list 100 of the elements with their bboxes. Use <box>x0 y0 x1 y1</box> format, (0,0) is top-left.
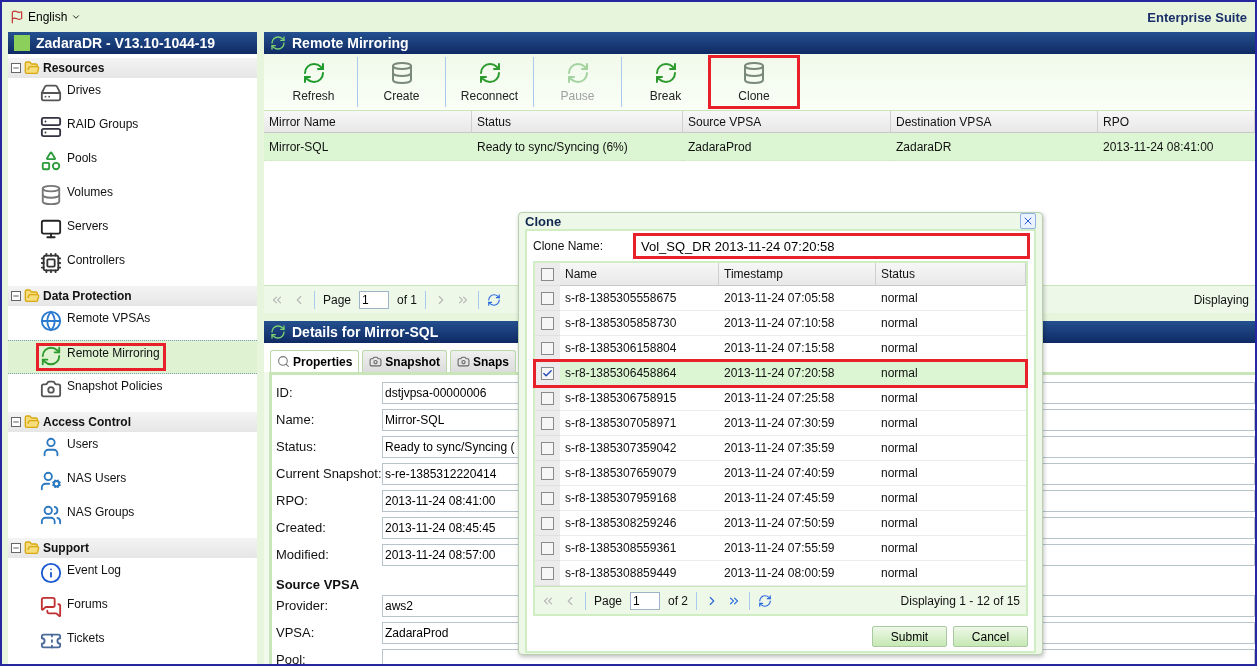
column-header[interactable]: Source VPSA <box>683 111 891 133</box>
collapse-icon[interactable] <box>11 417 21 427</box>
sidebar-item[interactable]: Forums <box>38 596 112 620</box>
section-heading: Source VPSA <box>275 576 360 592</box>
column-header[interactable]: Status <box>472 111 683 133</box>
section-header[interactable]: Access Control <box>8 412 257 432</box>
table-cell[interactable]: ZadaraProd <box>683 133 891 161</box>
checkbox[interactable] <box>541 491 554 505</box>
language-dropdown[interactable]: English <box>10 10 82 24</box>
reload-button[interactable] <box>758 593 773 608</box>
chat-bubbles-icon <box>40 596 62 618</box>
checkbox[interactable] <box>541 441 554 455</box>
column-header[interactable]: Name <box>560 263 719 286</box>
field-label: Created: <box>275 520 327 535</box>
reconnect-arrows-icon <box>477 61 502 85</box>
table-cell[interactable]: Ready to sync/Syncing (6%) <box>472 133 683 161</box>
table-cell[interactable]: normal <box>876 361 1026 386</box>
collapse-icon[interactable] <box>11 543 21 553</box>
checkbox[interactable] <box>541 291 554 305</box>
toolbar-button[interactable]: Break <box>622 57 710 107</box>
folder-icon <box>24 60 40 76</box>
page-field[interactable]: 1 <box>630 591 661 610</box>
panel-title: Details for Mirror-SQL <box>292 324 439 340</box>
arrows-icon <box>565 61 590 85</box>
checkbox[interactable] <box>541 541 554 555</box>
sidebar-item[interactable]: Snapshot Policies <box>38 378 167 402</box>
toolbar-button[interactable]: Reconnect <box>446 57 534 107</box>
dialog-button[interactable]: Cancel <box>953 626 1028 647</box>
refresh-icon <box>301 61 326 85</box>
info-icon <box>40 562 62 584</box>
checkbox[interactable] <box>541 416 554 430</box>
page-count: of 2 <box>668 593 689 608</box>
sidebar-item[interactable]: Volumes <box>38 184 118 208</box>
clone-name-field[interactable]: Vol_SQ_DR 2013-11-24 07:20:58 <box>635 235 1028 257</box>
monitor-icon <box>40 218 62 240</box>
checkbox[interactable] <box>541 267 554 281</box>
camera-icon <box>40 378 62 400</box>
sidebar-item[interactable]: Pools <box>38 150 102 174</box>
column-header[interactable]: Status <box>876 263 1026 286</box>
checkbox[interactable] <box>541 316 554 330</box>
column-header[interactable]: RPO <box>1098 111 1255 133</box>
checkbox[interactable] <box>541 566 554 580</box>
checkbox[interactable] <box>541 391 554 405</box>
sidebar-item[interactable]: Servers <box>38 218 113 242</box>
collapse-icon[interactable] <box>11 63 21 73</box>
checkbox[interactable] <box>541 516 554 530</box>
toolbar-button[interactable]: Refresh <box>270 57 358 107</box>
section-header[interactable]: Support <box>8 538 257 558</box>
sidebar-item[interactable]: RAID Groups <box>38 116 143 140</box>
reload-button[interactable] <box>487 292 502 307</box>
sidebar-item[interactable]: Tickets <box>38 630 109 654</box>
tab[interactable]: Snapshot <box>362 350 448 372</box>
table-cell[interactable]: s-r8-1385306458864 <box>560 361 719 386</box>
checkbox[interactable] <box>541 366 554 380</box>
caret-icon <box>71 12 82 22</box>
user-gear-icon <box>40 470 62 492</box>
column-header[interactable]: Mirror Name <box>264 111 472 133</box>
search-icon <box>277 355 290 368</box>
refresh-arrows-icon <box>270 324 286 340</box>
page-count: of 1 <box>397 292 418 307</box>
tab[interactable]: Snaps <box>450 350 517 372</box>
table-cell[interactable]: Mirror-SQL <box>264 133 472 161</box>
field-label: ID: <box>275 385 294 400</box>
sidebar-item[interactable]: Event Log <box>38 562 126 586</box>
table-cell[interactable]: 2013-11-24 08:41:00 <box>1098 133 1255 161</box>
dialog-button[interactable]: Submit <box>872 626 947 647</box>
page-field[interactable]: 1 <box>359 290 390 309</box>
sidebar-title: ZadaraDR - V13.10-1044-19 <box>36 35 215 51</box>
field-label: VPSA: <box>275 625 316 640</box>
section-header[interactable]: Data Protection <box>8 286 257 306</box>
refresh-icon <box>487 292 502 307</box>
sidebar-item[interactable]: Controllers <box>38 252 130 276</box>
camera-icon <box>369 355 383 368</box>
column-header[interactable]: Timestamp <box>719 263 876 286</box>
checkbox[interactable] <box>541 341 554 355</box>
users-icon <box>40 504 62 526</box>
close-button[interactable] <box>1020 213 1036 229</box>
table-cell[interactable]: ZadaraDR <box>891 133 1098 161</box>
toolbar-button[interactable]: Create <box>358 57 446 107</box>
sidebar-item[interactable]: NAS Users <box>38 470 131 494</box>
collapse-icon[interactable] <box>11 291 21 301</box>
sidebar-item[interactable]: Users <box>38 436 103 460</box>
close-icon <box>1022 215 1034 227</box>
sidebar-item[interactable]: Remote VPSAs <box>38 310 155 334</box>
toolbar-button[interactable]: Clone <box>710 57 798 107</box>
page-label: Page <box>323 292 352 307</box>
check-icon <box>542 367 553 379</box>
database-icon <box>389 61 414 85</box>
field-label: RPO: <box>275 493 309 508</box>
tab[interactable]: Properties <box>270 350 360 372</box>
field-label: Name: <box>275 412 316 427</box>
database-icon <box>40 184 62 206</box>
section-header[interactable]: Resources <box>8 58 257 78</box>
sidebar-item[interactable]: NAS Groups <box>38 504 139 528</box>
sidebar-item[interactable]: Drives <box>38 82 105 106</box>
field-label: Pool: <box>275 652 307 664</box>
table-cell[interactable]: 2013-11-24 07:20:58 <box>719 361 876 386</box>
column-header[interactable]: Destination VPSA <box>891 111 1098 133</box>
checkbox[interactable] <box>541 466 554 480</box>
folder-icon <box>24 540 40 556</box>
